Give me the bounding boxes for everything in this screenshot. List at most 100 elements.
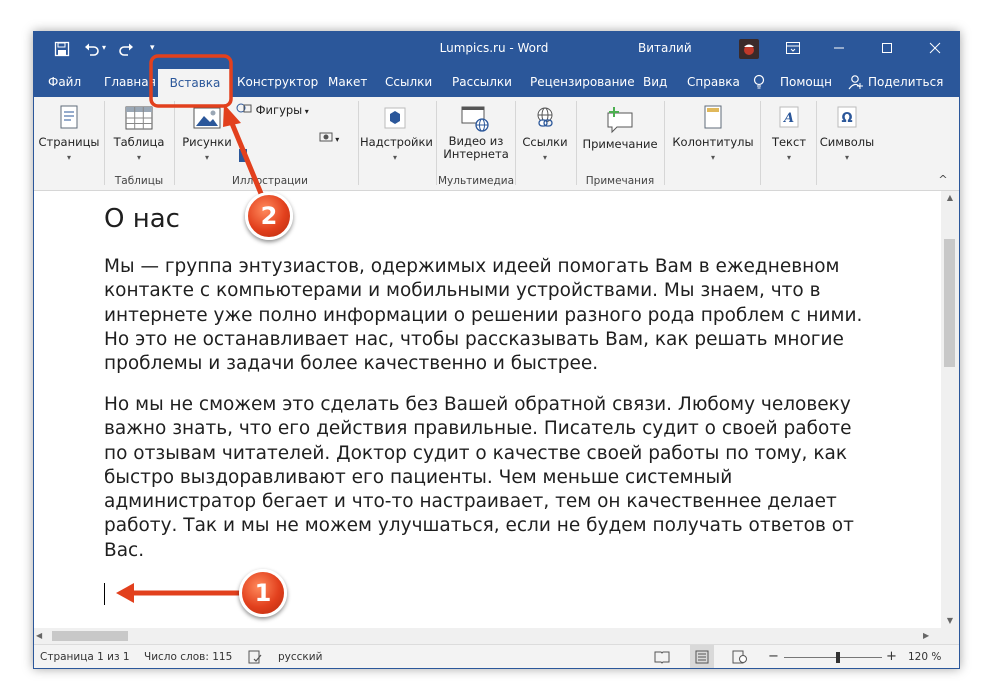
document-title: Lumpics.ru - Word — [439, 41, 549, 55]
picture-icon — [193, 105, 221, 131]
tab-help[interactable]: Справка — [687, 67, 740, 97]
user-name[interactable]: Виталий Каиров — [638, 32, 738, 87]
video-label-line2: Интернета — [443, 147, 509, 161]
read-mode-icon[interactable] — [654, 645, 670, 668]
horizontal-scrollbar[interactable]: ◀ ▶ — [34, 628, 959, 644]
online-video-button[interactable]: Видео из Интернета — [438, 105, 514, 161]
hscroll-thumb[interactable] — [52, 631, 128, 641]
print-layout-icon[interactable] — [690, 645, 714, 668]
symbols-label: Символы — [819, 135, 875, 149]
zoom-level[interactable]: 120 % — [908, 645, 941, 668]
redo-icon[interactable] — [118, 32, 134, 64]
tab-file[interactable]: Файл — [48, 67, 81, 97]
zoom-slider[interactable] — [784, 657, 882, 658]
link-icon — [533, 105, 557, 131]
tell-me-box[interactable]: Помощн — [780, 67, 832, 97]
page-icon — [58, 105, 80, 131]
zoom-in-button[interactable]: + — [886, 645, 897, 668]
shapes-label: Фигуры — [255, 103, 303, 117]
vertical-scrollbar[interactable]: ▲ ▼ — [941, 191, 959, 628]
pictures-button[interactable]: Рисунки ▾ — [178, 105, 236, 162]
separator — [104, 101, 105, 185]
text-button[interactable]: A Текст ▾ — [764, 105, 814, 162]
separator — [664, 101, 665, 185]
tab-home[interactable]: Главная — [104, 67, 156, 97]
tab-layout[interactable]: Макет — [328, 67, 367, 97]
web-layout-icon[interactable] — [732, 645, 748, 668]
customize-qat-icon[interactable]: ▾ — [150, 32, 160, 64]
comment-label: Примечание — [582, 137, 658, 151]
pictures-label: Рисунки — [182, 135, 232, 149]
links-dropdown-icon: ▾ — [542, 153, 547, 162]
links-button[interactable]: Ссылки ▾ — [518, 105, 572, 162]
share-icon[interactable] — [848, 67, 864, 97]
header-footer-icon — [702, 105, 724, 131]
table-dropdown-icon: ▾ — [136, 153, 141, 162]
ribbon-tabs: Файл Главная Вставка Конструктор Макет С… — [34, 67, 959, 101]
illustrations-group-label: Иллюстрации — [232, 175, 308, 187]
screenshot-button[interactable]: ▾ — [316, 130, 342, 145]
separator — [436, 101, 437, 185]
svg-text:Ω: Ω — [841, 111, 852, 126]
save-icon[interactable] — [54, 32, 74, 64]
svg-text:A: A — [782, 111, 794, 126]
avatar[interactable] — [739, 39, 759, 59]
header-footer-label: Колонтитулы — [672, 135, 754, 149]
zoom-out-button[interactable]: − — [768, 645, 779, 668]
symbols-button[interactable]: Ω Символы ▾ — [818, 105, 876, 162]
header-footer-button[interactable]: Колонтитулы ▾ — [668, 105, 758, 162]
omega-icon: Ω — [836, 105, 858, 131]
scroll-up-icon[interactable]: ▲ — [941, 191, 959, 205]
tell-me-icon[interactable] — [752, 67, 766, 97]
addins-dropdown-icon: ▾ — [392, 153, 397, 162]
proofing-icon[interactable] — [248, 645, 262, 668]
pages-button[interactable]: Страницы ▾ — [38, 105, 100, 162]
tab-mailings[interactable]: Рассылки — [452, 67, 512, 97]
text-dropdown-icon: ▾ — [786, 153, 791, 162]
separator — [515, 101, 516, 185]
addins-label: Надстройки — [360, 135, 433, 149]
undo-dropdown-icon[interactable]: ▾ — [102, 32, 110, 64]
ribbon-insert: Страницы ▾ Таблица ▾ Таблицы Рисунки ▾ Ф… — [34, 97, 959, 191]
separator — [760, 101, 761, 185]
chart-icon[interactable] — [236, 147, 250, 166]
share-button[interactable]: Поделиться — [868, 67, 943, 97]
text-label: Текст — [771, 135, 807, 149]
undo-icon[interactable] — [84, 32, 100, 64]
comment-button[interactable]: Примечание — [580, 105, 660, 151]
ribbon-display-icon[interactable] — [786, 32, 802, 64]
separator — [816, 101, 817, 185]
table-button[interactable]: Таблица ▾ — [108, 105, 170, 162]
document-paragraph-2: Но мы не сможем это сделать без Вашей об… — [104, 394, 854, 561]
pictures-dropdown-icon: ▾ — [204, 153, 209, 162]
tab-references[interactable]: Ссылки — [385, 67, 432, 97]
close-icon[interactable] — [920, 32, 950, 64]
minimize-icon[interactable] — [824, 32, 854, 64]
header-footer-dropdown-icon: ▾ — [710, 153, 715, 162]
scroll-right-icon[interactable]: ▶ — [923, 628, 937, 644]
media-group-label: Мультимедиа — [438, 175, 515, 187]
page-count[interactable]: Страница 1 из 1 — [40, 645, 130, 668]
shapes-button[interactable]: Фигуры ▾ — [236, 102, 316, 117]
pages-dropdown-icon: ▾ — [66, 153, 71, 162]
collapse-ribbon-icon[interactable]: ^ — [937, 173, 949, 186]
addins-button[interactable]: Надстройки ▾ — [360, 105, 433, 162]
title-bar: ▾ ▾ Lumpics.ru - Word Виталий Каиров — [34, 32, 959, 87]
maximize-icon[interactable] — [872, 32, 902, 64]
tab-review[interactable]: Рецензирование — [530, 67, 635, 97]
comments-group-label: Примечания — [585, 175, 655, 187]
zoom-slider-thumb[interactable] — [835, 652, 840, 663]
video-label-line1: Видео из — [448, 134, 504, 148]
scroll-down-icon[interactable]: ▼ — [941, 614, 959, 628]
document-area[interactable]: О нас Мы — группа энтузиастов, одержимых… — [34, 191, 941, 628]
step-badge-2: 2 — [245, 192, 293, 240]
scroll-thumb[interactable] — [944, 239, 955, 367]
word-count[interactable]: Число слов: 115 — [144, 645, 232, 668]
scroll-left-icon[interactable]: ◀ — [36, 628, 50, 644]
video-icon — [461, 105, 491, 132]
language[interactable]: русский — [278, 645, 322, 668]
separator — [576, 101, 577, 185]
document-paragraph-1: Мы — группа энтузиастов, одержимых идеей… — [104, 256, 863, 375]
tab-view[interactable]: Вид — [643, 67, 667, 97]
tab-design[interactable]: Конструктор — [237, 67, 318, 97]
